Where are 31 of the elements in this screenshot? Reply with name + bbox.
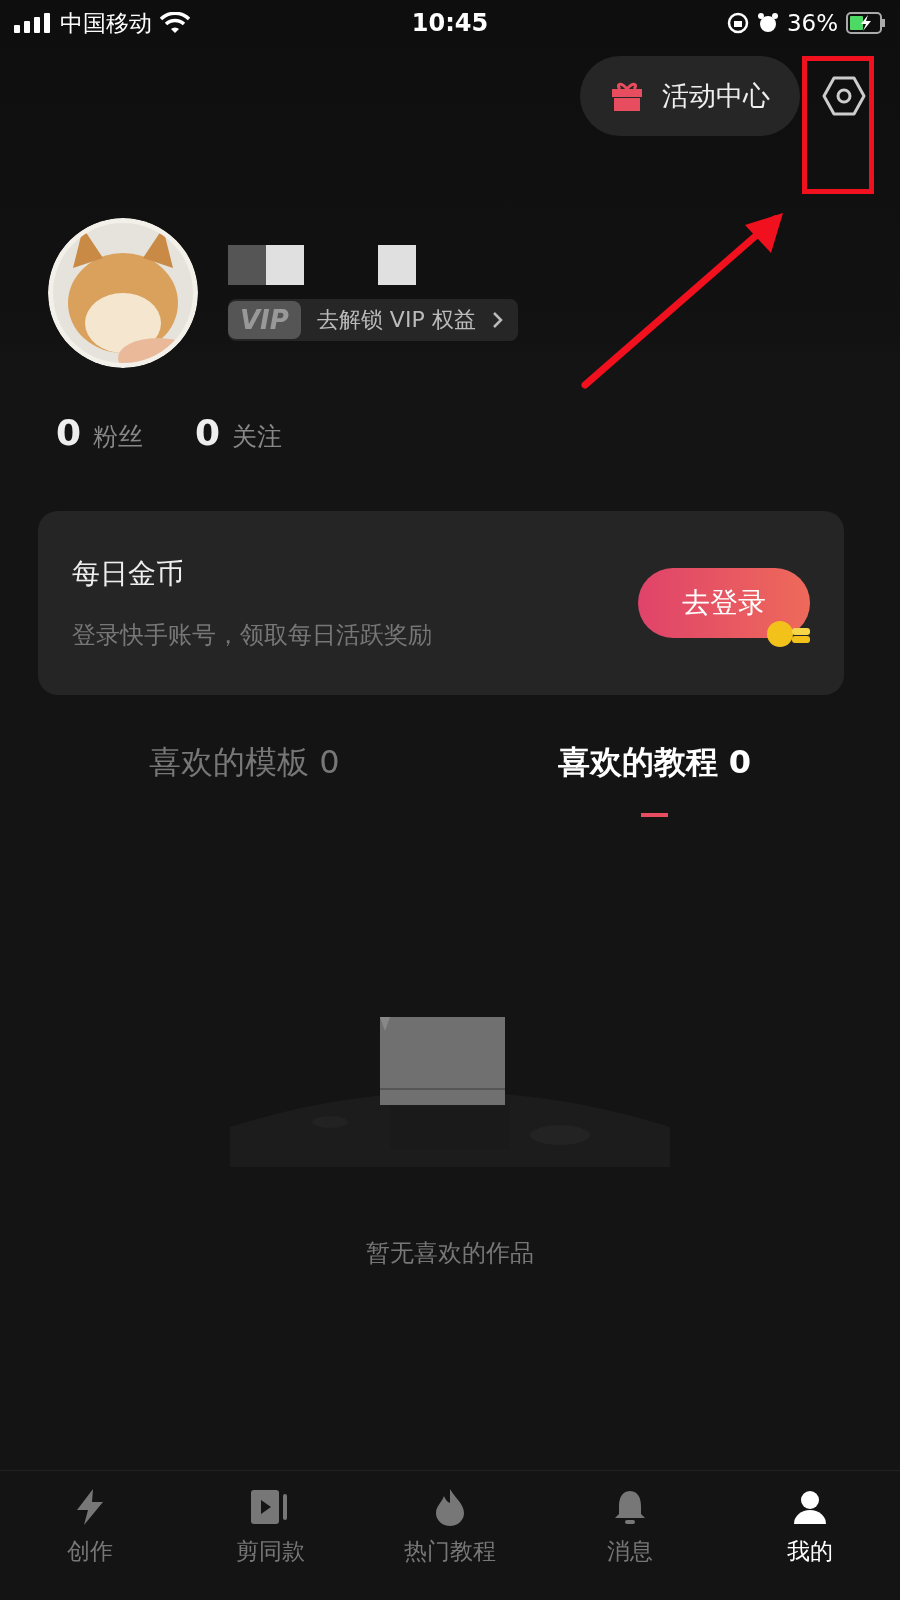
activity-center-button[interactable]: 活动中心	[580, 56, 800, 136]
wifi-icon	[160, 12, 190, 34]
alarm-icon	[756, 12, 779, 34]
chevron-right-icon	[491, 311, 504, 329]
coins-icon	[766, 618, 812, 648]
stat-label[interactable]: 关注	[232, 420, 283, 453]
card-title: 每日金币	[72, 556, 185, 592]
flame-icon	[433, 1488, 467, 1526]
nav-tab[interactable]: 消息	[555, 1487, 705, 1600]
carrier-name: 中国移动	[60, 8, 152, 38]
rotation-lock-icon	[726, 12, 749, 34]
user-icon	[791, 1488, 829, 1526]
video-icon	[250, 1488, 290, 1526]
tab[interactable]: 喜欢的模板 0	[149, 741, 340, 817]
tab[interactable]: 喜欢的教程 0	[557, 741, 751, 817]
stat-count: 0	[56, 412, 82, 453]
nav-tab[interactable]: 我的	[735, 1487, 885, 1600]
signal-icon	[14, 13, 52, 33]
battery-icon	[846, 12, 886, 34]
battery-percent: 36%	[786, 10, 838, 36]
stat-label[interactable]: 粉丝	[93, 420, 144, 453]
nav-tab[interactable]: 热门教程	[375, 1487, 525, 1600]
clock-time: 10:45	[411, 9, 489, 37]
stat-count: 0	[195, 412, 221, 453]
vip-unlock-link[interactable]: VIP 去解锁 VIP 权益	[228, 299, 518, 341]
card-subtitle: 登录快手账号，领取每日活跃奖励	[72, 620, 432, 651]
nav-tab[interactable]: 剪同款	[195, 1487, 345, 1600]
empty-message: 暂无喜欢的作品	[366, 1238, 534, 1269]
login-button[interactable]: 去登录	[638, 568, 810, 638]
settings-icon[interactable]	[822, 76, 866, 116]
nav-tab[interactable]: 创作	[15, 1487, 165, 1600]
